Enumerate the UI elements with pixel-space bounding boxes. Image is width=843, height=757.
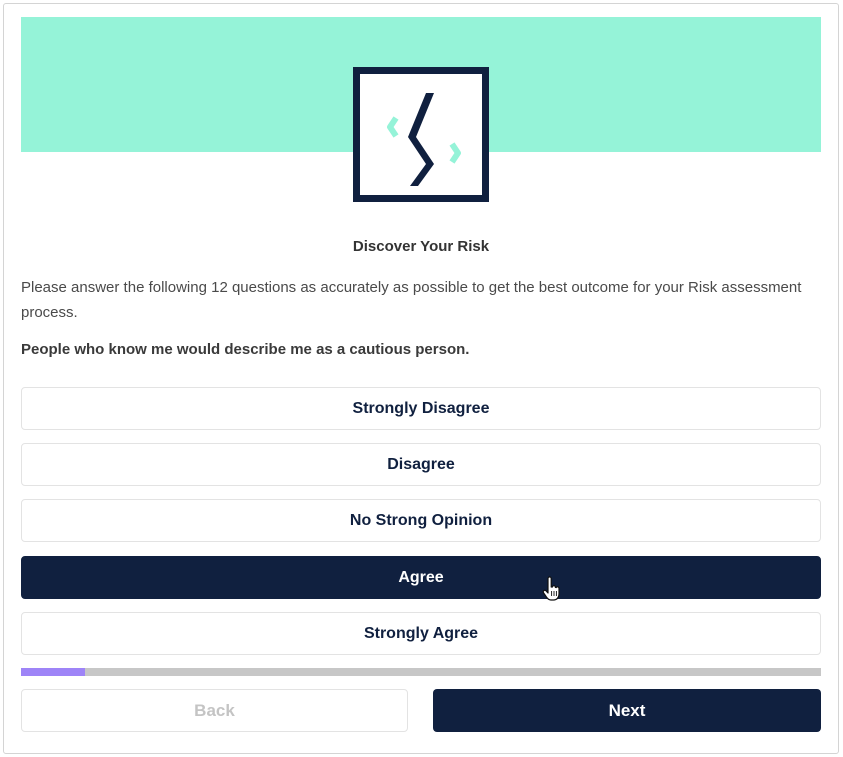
left-chevron-icon	[387, 116, 399, 138]
s-mark-icon	[408, 93, 434, 186]
option-agree[interactable]: Agree	[21, 556, 821, 599]
back-button[interactable]: Back	[21, 689, 408, 732]
option-strongly-disagree[interactable]: Strongly Disagree	[21, 387, 821, 430]
progress-bar-fill	[21, 668, 85, 676]
intro-text: Please answer the following 12 questions…	[21, 279, 802, 321]
progress-bar	[21, 668, 821, 676]
brand-logo	[353, 67, 489, 202]
option-strongly-agree[interactable]: Strongly Agree	[21, 612, 821, 655]
option-disagree[interactable]: Disagree	[21, 443, 821, 486]
hand-pointer-cursor-icon	[542, 576, 560, 601]
option-no-strong-opinion[interactable]: No Strong Opinion	[21, 499, 821, 542]
next-button[interactable]: Next	[433, 689, 821, 732]
page-title: Discover Your Risk	[352, 238, 490, 255]
question-text: People who know me would describe me as …	[21, 341, 470, 358]
right-chevron-icon	[449, 142, 461, 164]
chevron-s-logo-icon	[387, 93, 461, 186]
